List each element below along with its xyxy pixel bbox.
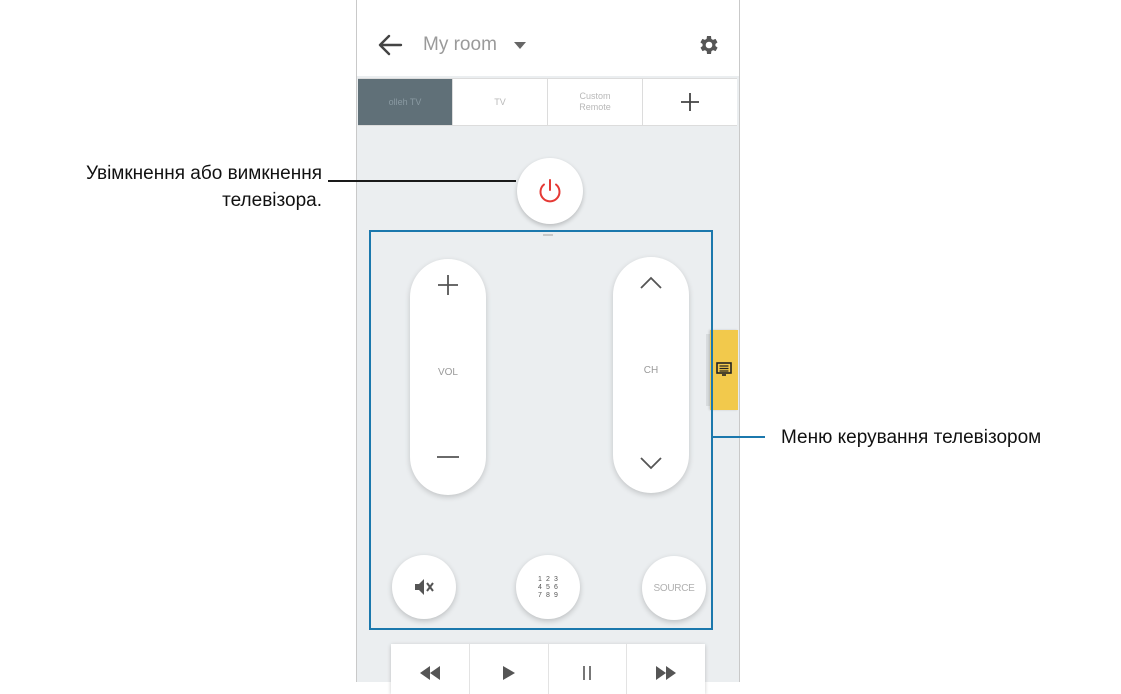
add-remote-tab[interactable] <box>643 79 737 125</box>
back-arrow-icon[interactable] <box>375 30 405 60</box>
power-callout-line2: телевізора. <box>222 190 322 211</box>
room-selector-label[interactable]: My room <box>423 34 497 56</box>
source-button[interactable]: SOURCE <box>642 556 706 620</box>
keypad-digit: 6 <box>554 583 558 591</box>
side-menu-tab[interactable] <box>710 330 738 410</box>
keypad-button[interactable]: 1 2 3 4 5 6 7 8 9 <box>516 555 580 619</box>
keypad-digit: 5 <box>546 583 550 591</box>
remote-tabs: olleh TV TV Custom Remote <box>358 78 737 126</box>
power-callout-line <box>328 180 516 182</box>
power-icon <box>539 179 561 203</box>
panel-handle[interactable] <box>543 234 553 236</box>
rewind-button[interactable] <box>391 644 470 694</box>
mute-button[interactable] <box>392 555 456 619</box>
keypad-digit: 8 <box>546 591 550 599</box>
menu-icon <box>716 362 732 376</box>
app-bar: My room <box>357 0 739 76</box>
media-controls <box>391 644 705 694</box>
keypad-digit: 1 <box>538 575 542 583</box>
chevron-down-icon[interactable] <box>631 443 671 483</box>
minus-icon[interactable] <box>428 437 468 477</box>
power-callout: Увімкнення або вимкнення телевізора. <box>12 160 322 214</box>
keypad-digit: 7 <box>538 591 542 599</box>
play-button[interactable] <box>470 644 549 694</box>
plus-icon[interactable] <box>428 265 468 305</box>
dropdown-caret-icon[interactable] <box>514 42 526 50</box>
keypad-icon: 1 2 3 4 5 6 7 8 9 <box>536 576 560 599</box>
volume-label: VOL <box>437 367 458 378</box>
tab-tv[interactable]: TV <box>453 79 548 125</box>
pause-icon <box>583 666 592 680</box>
keypad-digit: 3 <box>554 575 558 583</box>
tab-olleh-tv[interactable]: olleh TV <box>358 79 453 125</box>
mute-icon <box>415 579 434 595</box>
channel-label: CH <box>643 365 659 376</box>
source-label: SOURCE <box>653 582 695 594</box>
power-callout-line1: Увімкнення або вимкнення <box>85 163 322 184</box>
fast-forward-button[interactable] <box>627 644 705 694</box>
rewind-icon <box>419 666 440 680</box>
pause-button[interactable] <box>549 644 628 694</box>
controls-callout: Меню керування телевізором <box>781 427 1042 448</box>
volume-rocker: VOL <box>410 259 486 495</box>
keypad-digit: 9 <box>554 591 558 599</box>
plus-icon <box>681 93 699 111</box>
keypad-digit: 4 <box>538 583 542 591</box>
gear-icon[interactable] <box>696 33 720 57</box>
chevron-up-icon[interactable] <box>631 263 671 303</box>
fast-forward-icon <box>656 666 677 680</box>
channel-rocker: CH <box>613 257 689 493</box>
controls-callout-line <box>713 436 765 438</box>
power-button[interactable] <box>517 158 583 224</box>
remote-app-screen: My room olleh TV TV Custom Remote VOL CH… <box>356 0 740 682</box>
play-icon <box>502 666 515 680</box>
tab-custom-remote[interactable]: Custom Remote <box>548 79 643 125</box>
keypad-digit: 2 <box>546 575 550 583</box>
